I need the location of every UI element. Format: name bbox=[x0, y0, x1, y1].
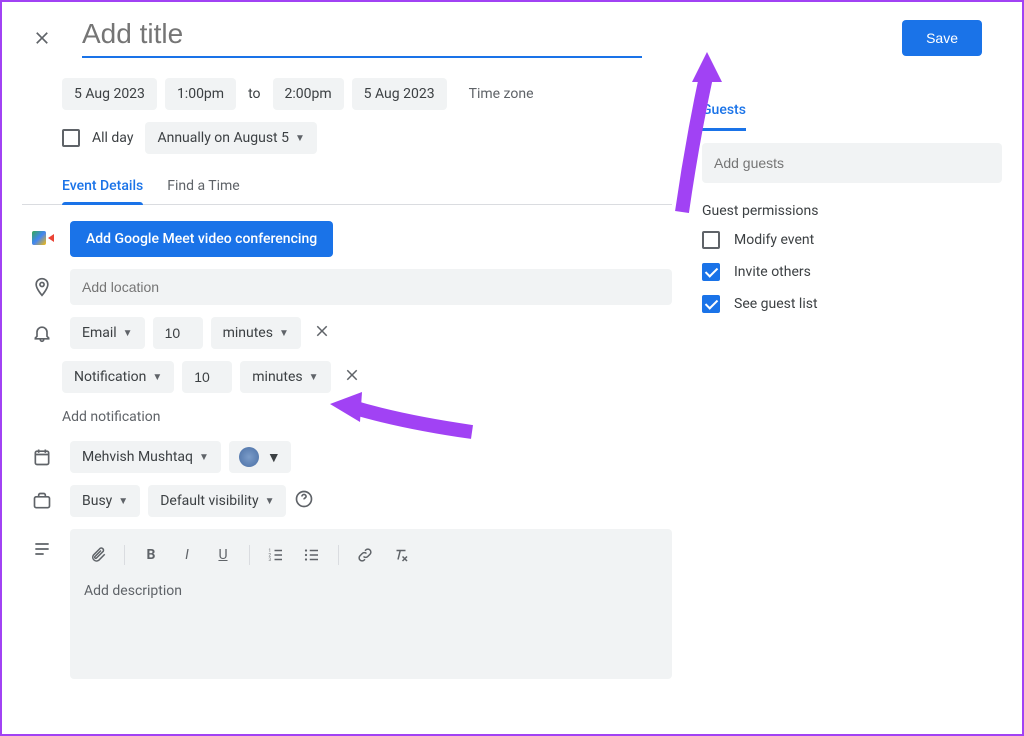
attach-button[interactable] bbox=[82, 541, 114, 569]
chevron-down-icon: ▼ bbox=[279, 328, 289, 339]
chevron-down-icon: ▼ bbox=[265, 496, 275, 507]
notif1-unit-dropdown[interactable]: minutes ▼ bbox=[211, 317, 301, 349]
guest-permissions-title: Guest permissions bbox=[702, 203, 1002, 219]
start-date-chip[interactable]: 5 Aug 2023 bbox=[62, 78, 157, 110]
meet-icon bbox=[22, 231, 62, 247]
end-time-chip[interactable]: 2:00pm bbox=[273, 78, 344, 110]
chevron-down-icon: ▼ bbox=[199, 452, 209, 463]
notif2-unit-dropdown[interactable]: minutes ▼ bbox=[240, 361, 330, 393]
clear-format-button[interactable] bbox=[385, 541, 417, 569]
notif1-type-label: Email bbox=[82, 325, 117, 341]
location-icon bbox=[22, 277, 62, 297]
see-guest-list-checkbox[interactable] bbox=[702, 295, 720, 313]
chevron-down-icon: ▼ bbox=[152, 372, 162, 383]
see-guest-list-label: See guest list bbox=[734, 296, 818, 312]
start-time-chip[interactable]: 1:00pm bbox=[165, 78, 236, 110]
add-guests-input[interactable] bbox=[702, 143, 1002, 183]
chevron-down-icon: ▼ bbox=[295, 133, 305, 144]
all-day-label: All day bbox=[88, 130, 137, 146]
chevron-down-icon: ▼ bbox=[267, 449, 281, 466]
notif1-remove-button[interactable] bbox=[309, 318, 335, 348]
notif2-unit-label: minutes bbox=[252, 369, 302, 385]
link-button[interactable] bbox=[349, 541, 381, 569]
color-swatch bbox=[239, 447, 259, 467]
location-input[interactable] bbox=[70, 269, 672, 305]
availability-label: Busy bbox=[82, 493, 112, 509]
title-input[interactable] bbox=[82, 18, 642, 58]
chevron-down-icon: ▼ bbox=[118, 496, 128, 507]
modify-event-label: Modify event bbox=[734, 232, 814, 248]
invite-others-label: Invite others bbox=[734, 264, 811, 280]
visibility-label: Default visibility bbox=[160, 493, 258, 509]
invite-others-checkbox[interactable] bbox=[702, 263, 720, 281]
to-label: to bbox=[244, 86, 264, 102]
guests-tab[interactable]: Guests bbox=[702, 102, 746, 131]
add-notification-button[interactable]: Add notification bbox=[62, 405, 161, 429]
all-day-checkbox[interactable] bbox=[62, 129, 80, 147]
bullet-list-button[interactable] bbox=[296, 541, 328, 569]
end-date-chip[interactable]: 5 Aug 2023 bbox=[352, 78, 447, 110]
availability-dropdown[interactable]: Busy ▼ bbox=[70, 485, 140, 517]
add-meet-button[interactable]: Add Google Meet video conferencing bbox=[70, 221, 333, 257]
briefcase-icon bbox=[22, 491, 62, 511]
owner-label: Mehvish Mushtaq bbox=[82, 449, 193, 465]
notif2-remove-button[interactable] bbox=[339, 362, 365, 392]
notif2-amount-input[interactable] bbox=[182, 361, 232, 393]
tab-find-time[interactable]: Find a Time bbox=[167, 178, 240, 204]
recurrence-label: Annually on August 5 bbox=[157, 130, 289, 146]
close-button[interactable] bbox=[22, 18, 62, 58]
notif1-type-dropdown[interactable]: Email ▼ bbox=[70, 317, 145, 349]
notification-icon bbox=[22, 323, 62, 343]
description-icon bbox=[22, 529, 62, 559]
notif1-unit-label: minutes bbox=[223, 325, 273, 341]
description-input[interactable]: Add description bbox=[78, 579, 664, 603]
svg-text:3: 3 bbox=[269, 557, 272, 563]
modify-event-checkbox[interactable] bbox=[702, 231, 720, 249]
chevron-down-icon: ▼ bbox=[309, 372, 319, 383]
tab-event-details[interactable]: Event Details bbox=[62, 178, 143, 204]
numbered-list-button[interactable]: 123 bbox=[260, 541, 292, 569]
chevron-down-icon: ▼ bbox=[123, 328, 133, 339]
help-icon[interactable] bbox=[294, 489, 314, 513]
notif2-type-dropdown[interactable]: Notification ▼ bbox=[62, 361, 174, 393]
color-dropdown[interactable]: ▼ bbox=[229, 441, 291, 473]
recurrence-dropdown[interactable]: Annually on August 5 ▼ bbox=[145, 122, 316, 154]
timezone-link[interactable]: Time zone bbox=[465, 86, 538, 102]
bold-button[interactable]: B bbox=[135, 541, 167, 569]
visibility-dropdown[interactable]: Default visibility ▼ bbox=[148, 485, 286, 517]
save-button[interactable]: Save bbox=[902, 20, 982, 56]
notif2-type-label: Notification bbox=[74, 369, 146, 385]
notif1-amount-input[interactable] bbox=[153, 317, 203, 349]
underline-button[interactable]: U bbox=[207, 541, 239, 569]
owner-dropdown[interactable]: Mehvish Mushtaq ▼ bbox=[70, 441, 221, 473]
calendar-icon bbox=[22, 447, 62, 467]
description-toolbar: B I U 123 bbox=[78, 537, 664, 579]
italic-button[interactable]: I bbox=[171, 541, 203, 569]
